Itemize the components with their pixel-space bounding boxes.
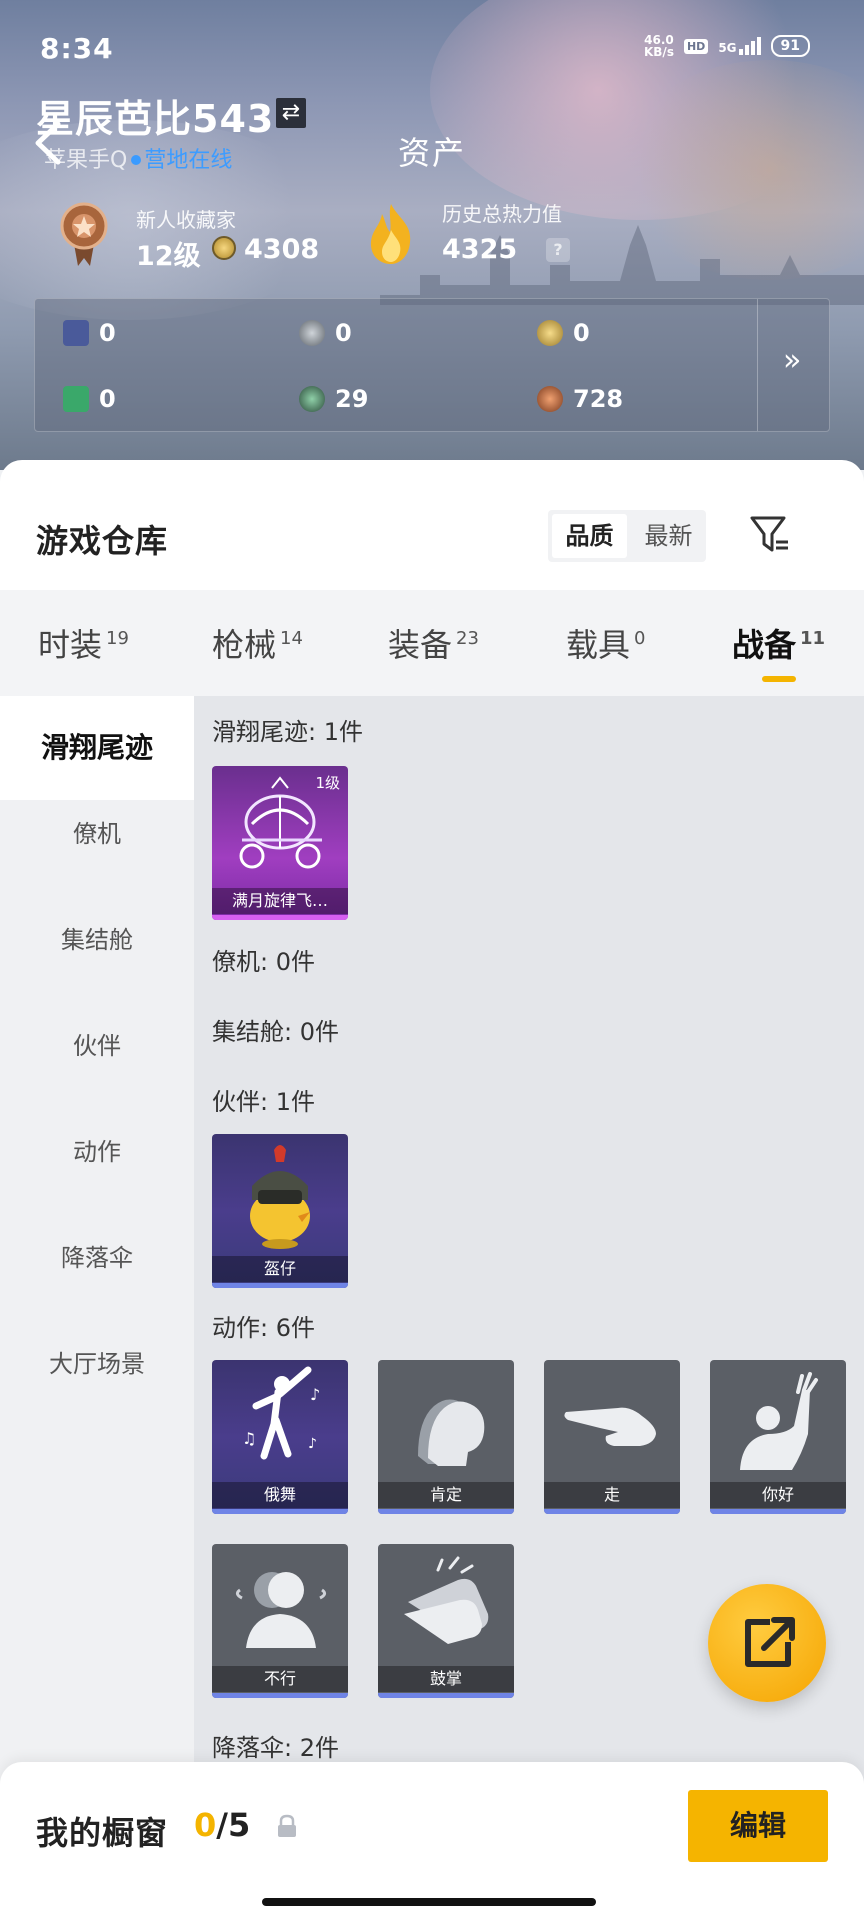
sort-toggle: 品质 最新 (548, 510, 706, 562)
nod-head-icon (418, 1399, 485, 1466)
nav-action[interactable]: 动作 (0, 1132, 194, 1167)
item-name: 你好 (710, 1482, 846, 1508)
item-card-action-5[interactable]: 不行 (212, 1544, 348, 1698)
heat-label: 历史总热力值 (442, 202, 562, 226)
category-wingman-heading: 僚机: 0件 (212, 948, 315, 976)
showcase-title: 我的橱窗 (36, 1814, 169, 1852)
player-name: 星辰芭比543 (36, 97, 275, 141)
share-icon (745, 1617, 795, 1667)
filter-icon[interactable] (748, 512, 792, 556)
showcase-bar: 我的橱窗 0/5 编辑 (0, 1762, 864, 1920)
currency-ticket: 0 (63, 385, 116, 413)
sort-quality-button[interactable]: 品质 (552, 514, 627, 558)
item-name: 盔仔 (212, 1256, 348, 1282)
nav-lobby-scene[interactable]: 大厅场景 (0, 1344, 194, 1379)
item-card-action-1[interactable]: ♪ ♫ ♪ 俄舞 (212, 1360, 348, 1514)
side-nav: 滑翔尾迹 僚机 集结舱 伙伴 动作 降落伞 大厅场景 (0, 696, 194, 1796)
currency-panel: 0 0 0 0 29 728 » (34, 298, 830, 432)
switch-account-icon[interactable]: ⇄ (276, 98, 306, 128)
category-glide-heading: 滑翔尾迹: 1件 (212, 718, 363, 746)
coin-icon (212, 236, 236, 260)
nav-assembly-pod[interactable]: 集结舱 (0, 920, 194, 955)
currency-orb: 29 (299, 385, 368, 413)
tab-vehicles[interactable]: 载具 0 (566, 620, 645, 666)
dance-icon: ♪ ♫ ♪ (242, 1366, 320, 1460)
item-card-action-6[interactable]: 鼓掌 (378, 1544, 514, 1698)
currency-card: 0 (63, 319, 116, 347)
signal-icon: 5G (718, 37, 761, 55)
shake-head-icon (235, 1572, 327, 1648)
item-name: 满月旋律飞… (212, 888, 348, 914)
waving-person-icon (740, 1372, 818, 1470)
edit-button[interactable]: 编辑 (688, 1790, 828, 1862)
coin-value: 4308 (244, 234, 320, 265)
item-card-action-4[interactable]: 你好 (710, 1360, 846, 1514)
account-status: 苹果手Q 营地在线 (44, 148, 233, 173)
item-level: 1级 (315, 774, 340, 792)
svg-text:♪: ♪ (308, 1436, 317, 1452)
pointing-hand-icon (564, 1407, 656, 1446)
item-card-action-2[interactable]: 肯定 (378, 1360, 514, 1514)
nav-parachute[interactable]: 降落伞 (0, 1238, 194, 1273)
ticket-icon (63, 386, 89, 412)
bronze-coin-icon (537, 386, 563, 412)
orb-icon (299, 386, 325, 412)
currency-gold: 0 (537, 319, 590, 347)
category-partner-heading: 伙伴: 1件 (212, 1088, 315, 1116)
warehouse-title: 游戏仓库 (36, 522, 169, 560)
online-dot-icon (131, 155, 142, 165)
battery-icon: 91 (770, 35, 810, 57)
svg-text:♫: ♫ (242, 1429, 256, 1448)
flame-icon (370, 204, 411, 264)
home-indicator (262, 1898, 596, 1906)
category-parachute-heading: 降落伞: 2件 (212, 1734, 339, 1762)
item-card-partner[interactable]: 盔仔 (212, 1134, 348, 1288)
hero-banner: 8:34 46.0 KB/s HD 5G 91 星辰芭比543 ⇄ 苹果手Q 营地… (0, 0, 864, 470)
tab-fashion[interactable]: 时装 19 (38, 620, 129, 666)
tab-equipment[interactable]: 装备 23 (388, 620, 479, 666)
item-card-glide-trail[interactable]: 1级 满月旋律飞… (212, 766, 348, 920)
item-name: 肯定 (378, 1482, 514, 1508)
item-name: 走 (544, 1482, 680, 1508)
heat-value: 4325 (442, 234, 518, 265)
status-time: 8:34 (40, 32, 114, 65)
sort-latest-button[interactable]: 最新 (631, 510, 706, 562)
showcase-count: 0/5 (194, 1806, 251, 1844)
gold-coin-icon (537, 320, 563, 346)
category-assembly-heading: 集结舱: 0件 (212, 1018, 339, 1046)
category-tabs: 时装 19 枪械 14 装备 23 载具 0 战备 11 (0, 590, 864, 696)
collector-label: 新人收藏家 (136, 208, 236, 232)
collector-level: 12级 (136, 241, 201, 272)
active-tab-indicator (762, 676, 796, 682)
hd-icon: HD (683, 38, 709, 54)
help-icon[interactable]: ? (546, 238, 570, 262)
svg-text:♪: ♪ (310, 1385, 320, 1404)
item-name: 不行 (212, 1666, 348, 1692)
tab-preparation[interactable]: 战备 11 (732, 620, 825, 666)
tab-weapons[interactable]: 枪械 14 (212, 620, 303, 666)
card-icon (63, 320, 89, 346)
silver-coin-icon (299, 320, 325, 346)
clapping-hands-icon (404, 1556, 489, 1644)
more-arrow-icon[interactable]: » (783, 343, 801, 378)
category-action-heading: 动作: 6件 (212, 1314, 315, 1342)
item-card-action-3[interactable]: 走 (544, 1360, 680, 1514)
medal-icon (60, 202, 108, 266)
lock-icon (278, 1814, 296, 1837)
item-name: 俄舞 (212, 1482, 348, 1508)
status-icons: 46.0 KB/s HD 5G 91 (644, 34, 810, 58)
net-speed: 46.0 KB/s (643, 33, 674, 59)
nav-glide-trail[interactable]: 滑翔尾迹 (0, 696, 194, 800)
currency-bronze: 728 (537, 385, 623, 413)
currency-silver: 0 (299, 319, 352, 347)
nav-wingman[interactable]: 僚机 (0, 814, 194, 849)
chick-helmet-icon (250, 1145, 310, 1249)
page-title: 资产 (398, 134, 467, 172)
nav-partner[interactable]: 伙伴 (0, 1026, 194, 1061)
share-button[interactable] (708, 1584, 826, 1702)
item-name: 鼓掌 (378, 1666, 514, 1692)
